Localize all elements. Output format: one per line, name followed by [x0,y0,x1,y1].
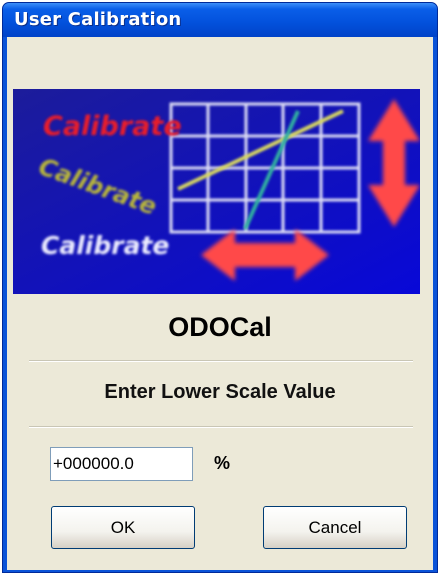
instruction-label: Enter Lower Scale Value [104,381,336,403]
banner-word-red: Calibrate [43,111,182,142]
dialog-window: User Calibration Calibrate Calibrate Cal… [2,2,438,573]
window-title: User Calibration [14,9,182,30]
cancel-button[interactable]: Cancel [263,506,407,549]
separator-bottom [29,426,413,428]
ok-button[interactable]: OK [51,506,195,549]
dialog-body: Calibrate Calibrate Calibrate ODOCal Ent… [7,37,433,570]
title-bar[interactable]: User Calibration [3,3,437,37]
scale-value-input[interactable]: +000000.0 [50,447,193,481]
separator-top [29,360,413,362]
app-name-heading: ODOCal [168,312,272,342]
banner-word-white: Calibrate [41,231,169,260]
unit-label: % [214,453,231,473]
calibration-banner-image: Calibrate Calibrate Calibrate [13,89,420,294]
